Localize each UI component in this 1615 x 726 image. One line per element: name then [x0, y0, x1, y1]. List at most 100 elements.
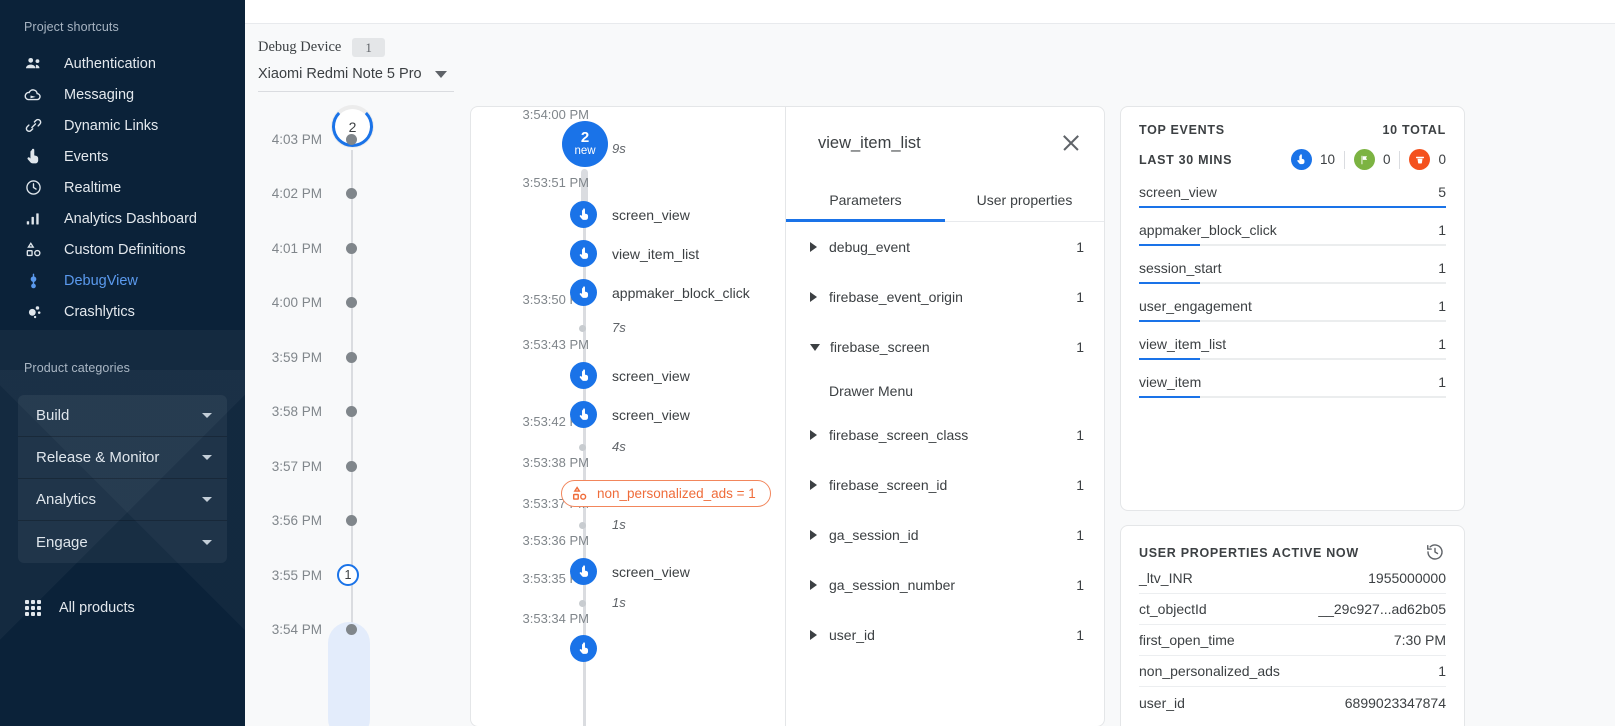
touch-icon[interactable] — [570, 635, 597, 662]
timeline-minute-row[interactable]: 3:54 PM — [245, 603, 470, 658]
sidebar-category-label: Build — [36, 407, 69, 424]
parameter-row[interactable]: ga_session_id1 — [786, 510, 1104, 560]
top-events-total: 10 TOTAL — [1383, 123, 1446, 137]
top-event-name: session_start — [1139, 260, 1221, 276]
top-event-bar-track — [1139, 244, 1446, 246]
timeline-minute-dot — [346, 624, 357, 635]
timeline-minute-row[interactable]: 3:58 PM — [245, 385, 470, 440]
touch-icon[interactable] — [570, 362, 597, 389]
timeline-minute-dot — [346, 134, 357, 145]
event-name[interactable]: screen_view — [612, 368, 690, 384]
chevron-right-icon — [810, 430, 817, 440]
debug-device-select[interactable]: Xiaomi Redmi Note 5 Pro — [258, 66, 454, 92]
user-property-value: __29c927...ad62b05 — [1318, 601, 1446, 617]
top-event-item[interactable]: appmaker_block_click1 — [1139, 222, 1446, 246]
touch-icon[interactable] — [570, 240, 597, 267]
timeline-minute-badge[interactable]: 1 — [337, 564, 359, 586]
chevron-right-icon — [810, 630, 817, 640]
top-event-item[interactable]: screen_view5 — [1139, 184, 1446, 208]
top-events-title: TOP EVENTS — [1139, 123, 1225, 137]
sidebar-category-engage[interactable]: Engage — [18, 521, 227, 563]
chevron-down-icon — [810, 344, 820, 351]
timeline-minute-row[interactable]: 3:56 PM — [245, 494, 470, 549]
user-property-key: _ltv_INR — [1139, 570, 1193, 586]
timeline-minute-label: 4:02 PM — [245, 186, 345, 201]
bar-chart-icon — [20, 208, 46, 230]
timeline-minute-label: 4:03 PM — [245, 132, 345, 147]
parameter-row[interactable]: firebase_screen_id1 — [786, 460, 1104, 510]
event-name[interactable]: screen_view — [612, 207, 690, 223]
close-icon[interactable] — [1058, 130, 1084, 156]
chevron-right-icon — [810, 292, 817, 302]
timeline-minute-row[interactable]: 3:57 PM — [245, 439, 470, 494]
event-name[interactable]: screen_view — [612, 407, 690, 423]
sidebar-all-products-label: All products — [59, 600, 135, 616]
tab-parameters[interactable]: Parameters — [786, 179, 945, 221]
event-name[interactable]: screen_view — [612, 564, 690, 580]
sidebar-item-crashlytics[interactable]: Crashlytics — [0, 296, 245, 327]
touch-icon[interactable] — [570, 558, 597, 585]
timeline-minute-label: 3:55 PM — [245, 568, 345, 583]
sidebar-shortcuts-header: Project shortcuts — [0, 10, 245, 48]
sidebar-item-analytics-dashboard[interactable]: Analytics Dashboard — [0, 203, 245, 234]
timeline-minute-row[interactable]: 4:01 PM — [245, 221, 470, 276]
parameter-row[interactable]: user_id1 — [786, 610, 1104, 660]
user-properties-header: USER PROPERTIES ACTIVE NOW — [1139, 542, 1446, 563]
sidebar-item-messaging[interactable]: Messaging — [0, 79, 245, 110]
timeline-minute-dot — [346, 461, 357, 472]
user-property-value: 6899023347874 — [1345, 695, 1446, 711]
parameter-name: ga_session_number — [829, 577, 1076, 593]
sidebar-item-realtime[interactable]: Realtime — [0, 172, 245, 203]
sidebar-item-custom-definitions[interactable]: Custom Definitions — [0, 234, 245, 265]
top-event-item[interactable]: session_start1 — [1139, 260, 1446, 284]
parameter-row[interactable]: firebase_screen_class1 — [786, 410, 1104, 460]
parameter-name: firebase_event_origin — [829, 289, 1076, 305]
user-properties-card: USER PROPERTIES ACTIVE NOW _ltv_INR 19550… — [1120, 525, 1465, 726]
timeline-minute-label: 3:56 PM — [245, 513, 345, 528]
parameter-row[interactable]: debug_event1 — [786, 222, 1104, 272]
chevron-right-icon — [810, 530, 817, 540]
sidebar-category-build[interactable]: Build — [18, 395, 227, 437]
user-property-value: 1955000000 — [1368, 570, 1446, 586]
event-name[interactable]: appmaker_block_click — [612, 285, 750, 301]
timeline-minute-row[interactable]: 4:02 PM — [245, 167, 470, 222]
sidebar-category-analytics[interactable]: Analytics — [18, 479, 227, 521]
sidebar-category-release-monitor[interactable]: Release & Monitor — [18, 437, 227, 479]
sidebar-item-label: Events — [64, 149, 108, 165]
timeline-minute-row[interactable]: 4:03 PM — [245, 112, 470, 167]
user-property-chip[interactable]: non_personalized_ads = 1 — [561, 480, 771, 507]
touch-icon[interactable] — [570, 201, 597, 228]
parameter-row[interactable]: firebase_event_origin1 — [786, 272, 1104, 322]
parameter-row[interactable]: firebase_screen1 — [786, 322, 1104, 372]
top-event-item[interactable]: user_engagement1 — [1139, 298, 1446, 322]
top-event-item[interactable]: view_item1 — [1139, 374, 1446, 398]
sidebar-item-dynamic-links[interactable]: Dynamic Links — [0, 110, 245, 141]
parameter-name: firebase_screen_id — [829, 477, 1076, 493]
timeline-minute-row[interactable]: 3:59 PM — [245, 330, 470, 385]
shapes-icon — [571, 485, 588, 502]
sidebar-item-events[interactable]: Events — [0, 141, 245, 172]
event-gap-dot — [579, 444, 586, 451]
counter-errors: 0 — [1409, 149, 1446, 170]
sidebar-all-products[interactable]: All products — [0, 591, 245, 625]
right-rail: TOP EVENTS 10 TOTAL LAST 30 MINS 10 — [1105, 106, 1465, 726]
touch-icon[interactable] — [570, 401, 597, 428]
event-gap-dot — [579, 600, 586, 607]
sidebar-item-label: Authentication — [64, 56, 156, 72]
tab-user-properties[interactable]: User properties — [945, 179, 1104, 221]
sidebar-item-debugview[interactable]: DebugView — [0, 265, 245, 296]
event-stream-new-badge[interactable]: 2 new — [562, 121, 608, 167]
sidebar-item-authentication[interactable]: Authentication — [0, 48, 245, 79]
touch-icon[interactable] — [570, 279, 597, 306]
top-event-name: view_item_list — [1139, 336, 1226, 352]
top-event-bar-fill — [1139, 358, 1200, 360]
timeline-minute-row[interactable]: 4:00 PM — [245, 276, 470, 331]
top-event-item[interactable]: view_item_list1 — [1139, 336, 1446, 360]
timeline-minute-row[interactable]: 3:55 PM1 — [245, 548, 470, 603]
timeline-rows: 4:03 PM 4:02 PM 4:01 PM4:00 PM3:59 PM3:58 … — [245, 112, 470, 657]
parameter-row[interactable]: ga_session_number1 — [786, 560, 1104, 610]
top-event-count: 1 — [1438, 222, 1446, 238]
event-name[interactable]: view_item_list — [612, 246, 699, 262]
history-icon[interactable] — [1425, 542, 1446, 563]
parameter-name: firebase_screen_class — [829, 427, 1076, 443]
